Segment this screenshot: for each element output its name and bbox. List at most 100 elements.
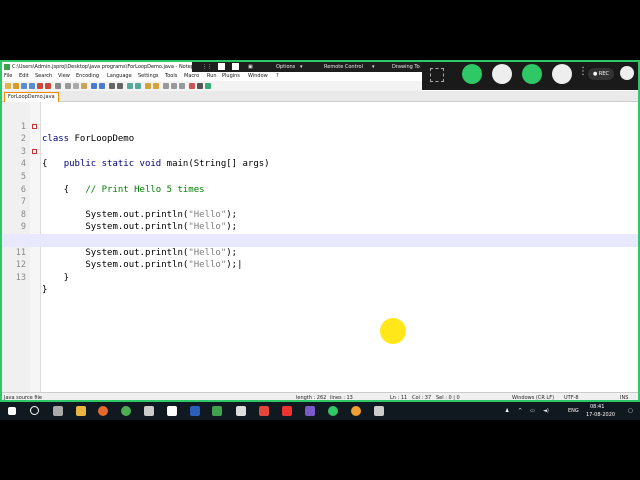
stop-macro-icon[interactable] [197, 83, 203, 89]
app-icon[interactable] [282, 406, 292, 416]
tab-forloopdemo[interactable]: ForLoopDemo.java [4, 92, 59, 102]
file-explorer-icon[interactable] [76, 406, 86, 416]
status-eol: Windows (CR LF) [512, 395, 555, 401]
chrome-icon[interactable] [121, 406, 131, 416]
document-icon[interactable] [167, 406, 177, 416]
code-line[interactable]: 12 } [2, 247, 638, 283]
open-file-icon[interactable] [13, 83, 19, 89]
screen-icon[interactable]: ▣ [248, 62, 253, 72]
lock-icon[interactable] [620, 66, 634, 80]
notifications-icon[interactable]: ▢ [628, 402, 633, 420]
remote-control-chevron-icon[interactable]: ▾ [372, 62, 375, 72]
fold-toggle-icon[interactable] [32, 149, 37, 155]
status-file-type: Java source file [4, 395, 42, 401]
remote-control-menu[interactable]: Remote Control [324, 62, 363, 72]
pause-icon[interactable] [232, 63, 239, 70]
options-menu[interactable]: Options [276, 62, 295, 72]
code-line[interactable]: 13 } [2, 259, 638, 296]
paint-icon[interactable] [236, 406, 246, 416]
windows-start-icon[interactable] [8, 407, 16, 415]
windows-taskbar: ♟ ^ ▭ ◄) ENG 08:41 17-08-2020 ▢ [0, 402, 640, 420]
present-screen-button[interactable] [522, 64, 542, 84]
show-all-chars-icon[interactable] [171, 83, 177, 89]
app-icon[interactable] [305, 406, 315, 416]
menu-tools[interactable]: Tools [165, 72, 177, 81]
indent-guide-icon[interactable] [179, 83, 185, 89]
code-line[interactable]: 10 System.out.println("Hello"); [2, 221, 638, 258]
menu-run[interactable]: Run [207, 72, 217, 81]
code-line[interactable]: 5 // Print Hello 5 times [2, 158, 638, 195]
app-icon[interactable] [374, 406, 384, 416]
sync-horizontal-icon[interactable] [153, 83, 159, 89]
app-icon[interactable] [328, 406, 338, 416]
copy-icon[interactable] [73, 83, 79, 89]
people-icon[interactable]: ♟ [505, 402, 509, 420]
close-all-icon[interactable] [45, 83, 51, 89]
paste-icon[interactable] [81, 83, 87, 89]
tray-chevron-icon[interactable]: ^ [518, 402, 522, 420]
network-icon[interactable]: ▭ [530, 402, 535, 420]
more-options-icon[interactable]: ⋮ [578, 66, 588, 77]
media-icon[interactable] [259, 406, 269, 416]
sync-vertical-icon[interactable] [145, 83, 151, 89]
replace-icon[interactable] [117, 83, 123, 89]
find-icon[interactable] [109, 83, 115, 89]
code-line[interactable]: 8 System.out.println("Hello"); [2, 196, 638, 233]
menu-bar: File Edit Search View Encoding Language … [2, 72, 422, 81]
menu-language[interactable]: Language [107, 72, 132, 81]
options-chevron-icon[interactable]: ▾ [300, 62, 303, 72]
word-wrap-icon[interactable] [163, 83, 169, 89]
new-file-icon[interactable] [5, 83, 11, 89]
save-all-icon[interactable] [29, 83, 35, 89]
expand-icon[interactable] [430, 68, 444, 82]
code-line[interactable]: 9 System.out.println("Hello"); [2, 209, 638, 245]
code-text: } [42, 285, 48, 296]
toolbar-dots-icon[interactable]: ⋮⋮ [202, 62, 212, 72]
language-indicator[interactable]: ENG [568, 402, 579, 420]
menu-help[interactable]: ? [276, 72, 279, 81]
word-icon[interactable] [190, 406, 200, 416]
task-view-icon[interactable] [53, 406, 63, 416]
cut-icon[interactable] [65, 83, 71, 89]
code-line[interactable]: 4 { [2, 146, 638, 195]
code-editor[interactable]: 1 class ForLoopDemo 2 { 3 public static … [2, 102, 638, 392]
zoom-in-icon[interactable] [127, 83, 133, 89]
save-icon[interactable] [21, 83, 27, 89]
microphone-button[interactable] [462, 64, 482, 84]
camera-off-button[interactable] [492, 64, 512, 84]
fold-toggle-icon[interactable] [32, 124, 37, 130]
drawing-tools-menu[interactable]: Drawing To [392, 62, 420, 72]
menu-plugins[interactable]: Plugins [222, 72, 240, 81]
notepad-plus-plus-taskbar-icon[interactable] [212, 406, 222, 416]
menu-settings[interactable]: Settings [138, 72, 159, 81]
search-icon[interactable] [30, 406, 39, 415]
menu-view[interactable]: View [58, 72, 70, 81]
menu-window[interactable]: Window [248, 72, 268, 81]
end-call-button[interactable] [552, 64, 572, 84]
code-line[interactable]: 7 System.out.println("Hello"); [2, 184, 638, 220]
firefox-icon[interactable] [98, 406, 108, 416]
menu-file[interactable]: File [4, 72, 12, 81]
menu-encoding[interactable]: Encoding [76, 72, 99, 81]
record-macro-icon[interactable] [189, 83, 195, 89]
zoom-out-icon[interactable] [135, 83, 141, 89]
print-icon[interactable] [55, 83, 61, 89]
status-bar: Java source file length : 262 lines : 13… [2, 392, 638, 401]
code-line-current[interactable]: 11 System.out.println("Hello");| [2, 234, 638, 270]
code-line[interactable]: 2 { [2, 121, 638, 169]
redo-icon[interactable] [99, 83, 105, 89]
menu-macro[interactable]: Macro [184, 72, 199, 81]
volume-icon[interactable]: ◄) [543, 402, 549, 420]
clock-date[interactable]: 17-08-2020 [586, 406, 615, 424]
menu-search[interactable]: Search [35, 72, 52, 81]
play-macro-icon[interactable] [205, 83, 211, 89]
code-line[interactable]: 6 [2, 171, 638, 195]
code-line[interactable]: 3 public static void main(String[] args) [2, 133, 638, 170]
menu-edit[interactable]: Edit [19, 72, 29, 81]
database-icon[interactable] [144, 406, 154, 416]
undo-icon[interactable] [91, 83, 97, 89]
close-icon[interactable] [37, 83, 43, 89]
stop-icon[interactable] [218, 63, 225, 70]
app-icon[interactable] [351, 406, 361, 416]
code-line[interactable]: 1 class ForLoopDemo [2, 108, 638, 145]
